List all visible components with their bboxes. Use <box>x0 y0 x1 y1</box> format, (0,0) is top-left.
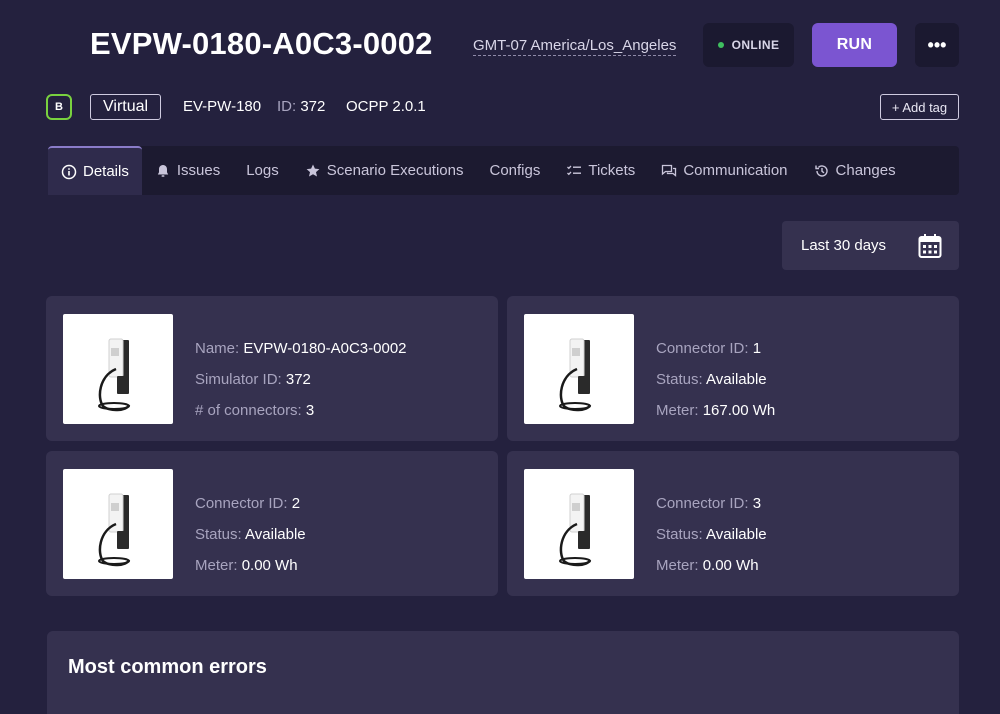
online-dot-icon <box>717 42 724 48</box>
id-value: 372 <box>300 98 326 115</box>
tab-label: Communication <box>683 162 788 179</box>
id-field: ID: 372 <box>277 98 325 115</box>
protocol-label: OCPP 2.0.1 <box>346 98 426 115</box>
card-line: Connector ID: 1 <box>656 340 762 357</box>
card-line: # of connectors: 3 <box>195 402 315 419</box>
tab-label: Details <box>83 163 129 180</box>
id-label: ID: <box>277 98 297 115</box>
charger-image <box>63 314 173 424</box>
history-icon <box>814 164 828 177</box>
charger-image <box>524 314 634 424</box>
tab-label: Configs <box>489 162 541 179</box>
tab-logs[interactable]: Logs <box>233 146 292 195</box>
tab-changes[interactable]: Changes <box>801 146 909 195</box>
connector-card: Connector ID: 1 Status: Available Meter:… <box>507 296 959 441</box>
checklist-icon <box>567 165 582 175</box>
card-details: Connector ID: 3 Status: Available Meter:… <box>656 488 767 581</box>
info-icon <box>61 164 77 179</box>
bell-icon <box>157 164 169 177</box>
date-range-select[interactable]: Last 30 days <box>782 221 959 270</box>
tab-configs[interactable]: Configs <box>477 146 554 195</box>
tab-communication[interactable]: Communication <box>648 146 800 195</box>
charger-illustration <box>98 338 131 412</box>
card-line: Status: Available <box>656 526 767 543</box>
tab-label: Changes <box>835 162 896 179</box>
b-badge: B <box>46 94 72 120</box>
star-icon <box>306 164 320 176</box>
connector-card: Connector ID: 2 Status: Available Meter:… <box>46 451 498 596</box>
card-line: Meter: 0.00 Wh <box>656 557 759 574</box>
charger-summary-card: Name: EVPW-0180-A0C3-0002 Simulator ID: … <box>46 296 498 441</box>
card-line: Meter: 0.00 Wh <box>195 557 298 574</box>
more-dots-icon: ••• <box>927 34 947 55</box>
card-line: Status: Available <box>656 371 767 388</box>
status-label: ONLINE <box>731 38 780 52</box>
tab-scenario-executions[interactable]: Scenario Executions <box>292 146 477 195</box>
tab-tickets[interactable]: Tickets <box>553 146 648 195</box>
virtual-tag: Virtual <box>90 94 162 120</box>
common-errors-panel: Most common errors <box>47 631 959 714</box>
model-label: EV-PW-180 <box>183 98 262 115</box>
tab-label: Scenario Executions <box>326 162 464 179</box>
card-line: Connector ID: 2 <box>195 495 301 512</box>
date-range-label: Last 30 days <box>801 237 887 254</box>
tab-issues[interactable]: Issues <box>142 146 233 195</box>
page-title: EVPW-0180-A0C3-0002 <box>90 26 433 61</box>
card-line: Connector ID: 3 <box>656 495 762 512</box>
chat-icon <box>662 164 677 177</box>
charger-illustration <box>559 338 592 412</box>
calendar-icon <box>918 233 942 258</box>
card-line: Status: Available <box>195 526 306 543</box>
tab-label: Logs <box>246 162 279 179</box>
run-button[interactable]: RUN <box>812 23 897 67</box>
add-tag-button[interactable]: + Add tag <box>880 94 959 120</box>
tab-bar: Details Issues Logs Scenario Executions … <box>48 146 959 195</box>
more-options-button[interactable]: ••• <box>915 23 959 67</box>
connector-card: Connector ID: 3 Status: Available Meter:… <box>507 451 959 596</box>
card-details: Name: EVPW-0180-A0C3-0002 Simulator ID: … <box>195 333 407 426</box>
card-details: Connector ID: 2 Status: Available Meter:… <box>195 488 306 581</box>
card-line: Name: EVPW-0180-A0C3-0002 <box>195 340 407 357</box>
tab-label: Tickets <box>588 162 636 179</box>
tab-details[interactable]: Details <box>48 146 142 195</box>
charger-illustration <box>559 493 592 567</box>
charger-illustration <box>98 493 131 567</box>
card-line: Meter: 167.00 Wh <box>656 402 776 419</box>
charger-image <box>63 469 173 579</box>
section-title: Most common errors <box>68 656 267 678</box>
card-details: Connector ID: 1 Status: Available Meter:… <box>656 333 775 426</box>
status-badge: ONLINE <box>703 23 794 67</box>
timezone-link[interactable]: GMT-07 America/Los_Angeles <box>473 37 677 56</box>
tab-label: Issues <box>176 162 221 179</box>
charger-image <box>524 469 634 579</box>
card-line: Simulator ID: 372 <box>195 371 311 388</box>
